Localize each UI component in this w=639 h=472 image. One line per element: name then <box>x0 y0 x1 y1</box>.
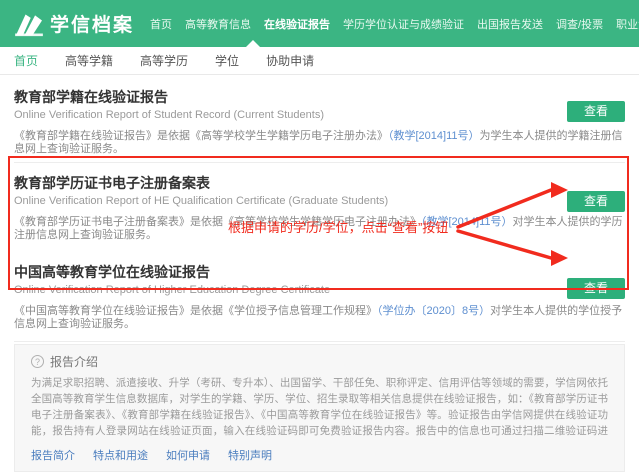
report-title: 中国高等教育学位在线验证报告 <box>14 264 625 281</box>
view-button-student-record[interactable]: 查看 <box>567 101 625 122</box>
link-features-uses[interactable]: 特点和用途 <box>93 447 148 463</box>
report-description: 《教育部学历证书电子注册备案表》是依据《高等学校学生学籍学历电子注册办法》（教学… <box>14 216 625 242</box>
policy-doc-link[interactable]: （教学[2014]11号） <box>421 216 513 228</box>
report-section-qualification: 教育部学历证书电子注册备案表 Online Verification Repor… <box>14 163 625 250</box>
view-button-qualification[interactable]: 查看 <box>567 191 625 212</box>
nav-item-online-verification-report[interactable]: 在线验证报告 <box>264 16 330 32</box>
report-description: 《中国高等教育学位在线验证报告》是依据《学位授予信息管理工作规程》（学位办〔20… <box>14 305 625 331</box>
nav-item-home[interactable]: 首页 <box>150 16 172 32</box>
subnav-item-degree[interactable]: 学位 <box>215 52 239 69</box>
report-title: 教育部学历证书电子注册备案表 <box>14 175 625 192</box>
view-button-degree[interactable]: 查看 <box>567 278 625 299</box>
description-text: 《中国高等教育学位在线验证报告》是依据《学位授予信息管理工作规程》 <box>14 305 377 317</box>
nav-item-degree-certification[interactable]: 学历学位认证与成绩验证 <box>343 16 464 32</box>
policy-doc-link[interactable]: （学位办〔2020〕8号） <box>377 305 490 317</box>
report-section-student-record: 教育部学籍在线验证报告 Online Verification Report o… <box>14 75 625 163</box>
top-navbar: 学信档案 首页 高等教育信息 在线验证报告 学历学位认证与成绩验证 出国报告发送… <box>0 0 639 47</box>
brand-logo[interactable]: 学信档案 <box>14 10 134 37</box>
policy-doc-link[interactable]: （教学[2014]11号） <box>388 130 480 142</box>
link-how-to-apply[interactable]: 如何申请 <box>166 447 210 463</box>
intro-paragraph: 为满足求职招聘、派遣接收、升学（考研、专升本）、出国留学、干部任免、职称评定、信… <box>31 375 608 441</box>
report-description: 《教育部学籍在线验证报告》是依据《高等学校学生学籍学历电子注册办法》（教学[20… <box>14 130 625 156</box>
link-special-statement[interactable]: 特别声明 <box>228 447 272 463</box>
report-list: 教育部学籍在线验证报告 Online Verification Report o… <box>14 75 625 342</box>
subnav-item-assist-apply[interactable]: 协助申请 <box>266 52 314 69</box>
nav-item-survey-vote[interactable]: 调查/投票 <box>556 16 603 32</box>
brand-name: 学信档案 <box>50 10 134 37</box>
report-subtitle-en: Online Verification Report of HE Qualifi… <box>14 195 625 208</box>
description-text: 《教育部学历证书电子注册备案表》是依据《高等学校学生学籍学历电子注册办法》 <box>14 216 421 228</box>
report-intro-panel: ? 报告介绍 为满足求职招聘、派遣接收、升学（考研、专升本）、出国留学、干部任免… <box>14 344 625 472</box>
intro-header: ? 报告介绍 <box>31 353 608 370</box>
report-title: 教育部学籍在线验证报告 <box>14 89 625 106</box>
report-section-degree: 中国高等教育学位在线验证报告 Online Verification Repor… <box>14 250 625 342</box>
nav-item-career-test[interactable]: 职业测评 <box>616 16 639 32</box>
subnav-item-qualification[interactable]: 高等学历 <box>140 52 188 69</box>
subnav-item-student-record[interactable]: 高等学籍 <box>65 52 113 69</box>
top-nav-items: 首页 高等教育信息 在线验证报告 学历学位认证与成绩验证 出国报告发送 调查/投… <box>150 16 639 32</box>
link-report-brief[interactable]: 报告简介 <box>31 447 75 463</box>
intro-footer-links: 报告简介 特点和用途 如何申请 特别声明 <box>31 447 608 463</box>
nav-item-higher-education-info[interactable]: 高等教育信息 <box>185 16 251 32</box>
question-icon: ? <box>31 355 44 368</box>
description-text: 《教育部学籍在线验证报告》是依据《高等学校学生学籍学历电子注册办法》 <box>14 130 388 142</box>
nav-item-overseas-report[interactable]: 出国报告发送 <box>477 16 543 32</box>
logo-book-icon <box>14 11 44 37</box>
report-subtitle-en: Online Verification Report of Higher Edu… <box>14 284 625 297</box>
active-tab-pointer-icon <box>246 40 260 47</box>
sub-navbar: 首页 高等学籍 高等学历 学位 协助申请 <box>0 47 639 75</box>
intro-title: 报告介绍 <box>50 353 98 370</box>
subnav-item-home[interactable]: 首页 <box>14 52 38 69</box>
report-subtitle-en: Online Verification Report of Student Re… <box>14 109 625 122</box>
